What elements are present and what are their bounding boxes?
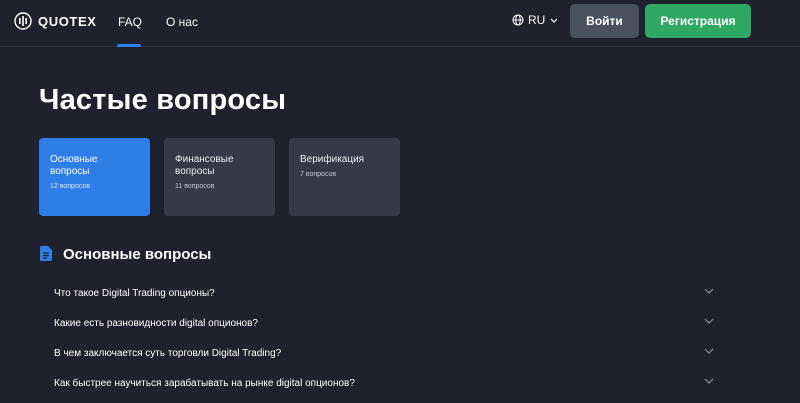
faq-item[interactable]: В чем заключается суть торговли Digital … [54, 348, 714, 368]
category-card-count: 7 вопросов [300, 171, 337, 178]
globe-icon [512, 14, 524, 26]
category-card-count: 11 вопросов [175, 183, 215, 190]
faq-question: Что такое Digital Trading опционы? [54, 288, 215, 299]
category-card-title: Верификация [300, 154, 365, 165]
register-button[interactable]: Регистрация [645, 4, 751, 38]
language-label: RU [528, 13, 546, 27]
nav-item-about[interactable]: О нас [166, 15, 198, 29]
nav-item-faq[interactable]: FAQ [118, 15, 142, 29]
faq-question: Как быстрее научиться зарабатывать на ры… [54, 378, 355, 389]
quotex-logo[interactable]: QUOTEX [14, 12, 97, 30]
faq-page: QUOTEX FAQ О нас RU Войти Регистрация Ча… [0, 0, 800, 403]
category-card-title: Финансовые вопросы [175, 154, 234, 177]
faq-question: Какие есть разновидности digital опционо… [54, 318, 258, 329]
faq-question: В чем заключается суть торговли Digital … [54, 348, 282, 359]
category-card-basic[interactable]: Основные вопросы 12 вопросов [39, 138, 150, 216]
chevron-down-icon [704, 318, 714, 324]
faq-item[interactable]: Какие есть разновидности digital опционо… [54, 318, 714, 338]
category-card-verification[interactable]: Верификация 7 вопросов [289, 138, 400, 216]
faq-item[interactable]: Как быстрее научиться зарабатывать на ры… [54, 378, 714, 398]
section-title: Основные вопросы [63, 246, 212, 263]
document-icon [40, 246, 52, 261]
chevron-down-icon [704, 348, 714, 354]
chevron-down-icon [704, 378, 714, 384]
category-card-count: 12 вопросов [50, 183, 91, 190]
category-card-financial[interactable]: Финансовые вопросы 11 вопросов [164, 138, 275, 216]
page-title: Частые вопросы [39, 84, 287, 116]
quotex-logo-icon [14, 12, 32, 30]
nav-active-indicator [117, 44, 141, 47]
chevron-down-icon [704, 288, 714, 294]
category-card-title: Основные вопросы [50, 154, 98, 177]
language-selector[interactable]: RU [512, 13, 562, 27]
login-button[interactable]: Войти [570, 4, 639, 38]
top-header: QUOTEX FAQ О нас RU Войти Регистрация [0, 0, 800, 47]
faq-item[interactable]: Что такое Digital Trading опционы? [54, 288, 714, 308]
logo-text: QUOTEX [38, 13, 97, 29]
chevron-down-icon [550, 18, 558, 23]
